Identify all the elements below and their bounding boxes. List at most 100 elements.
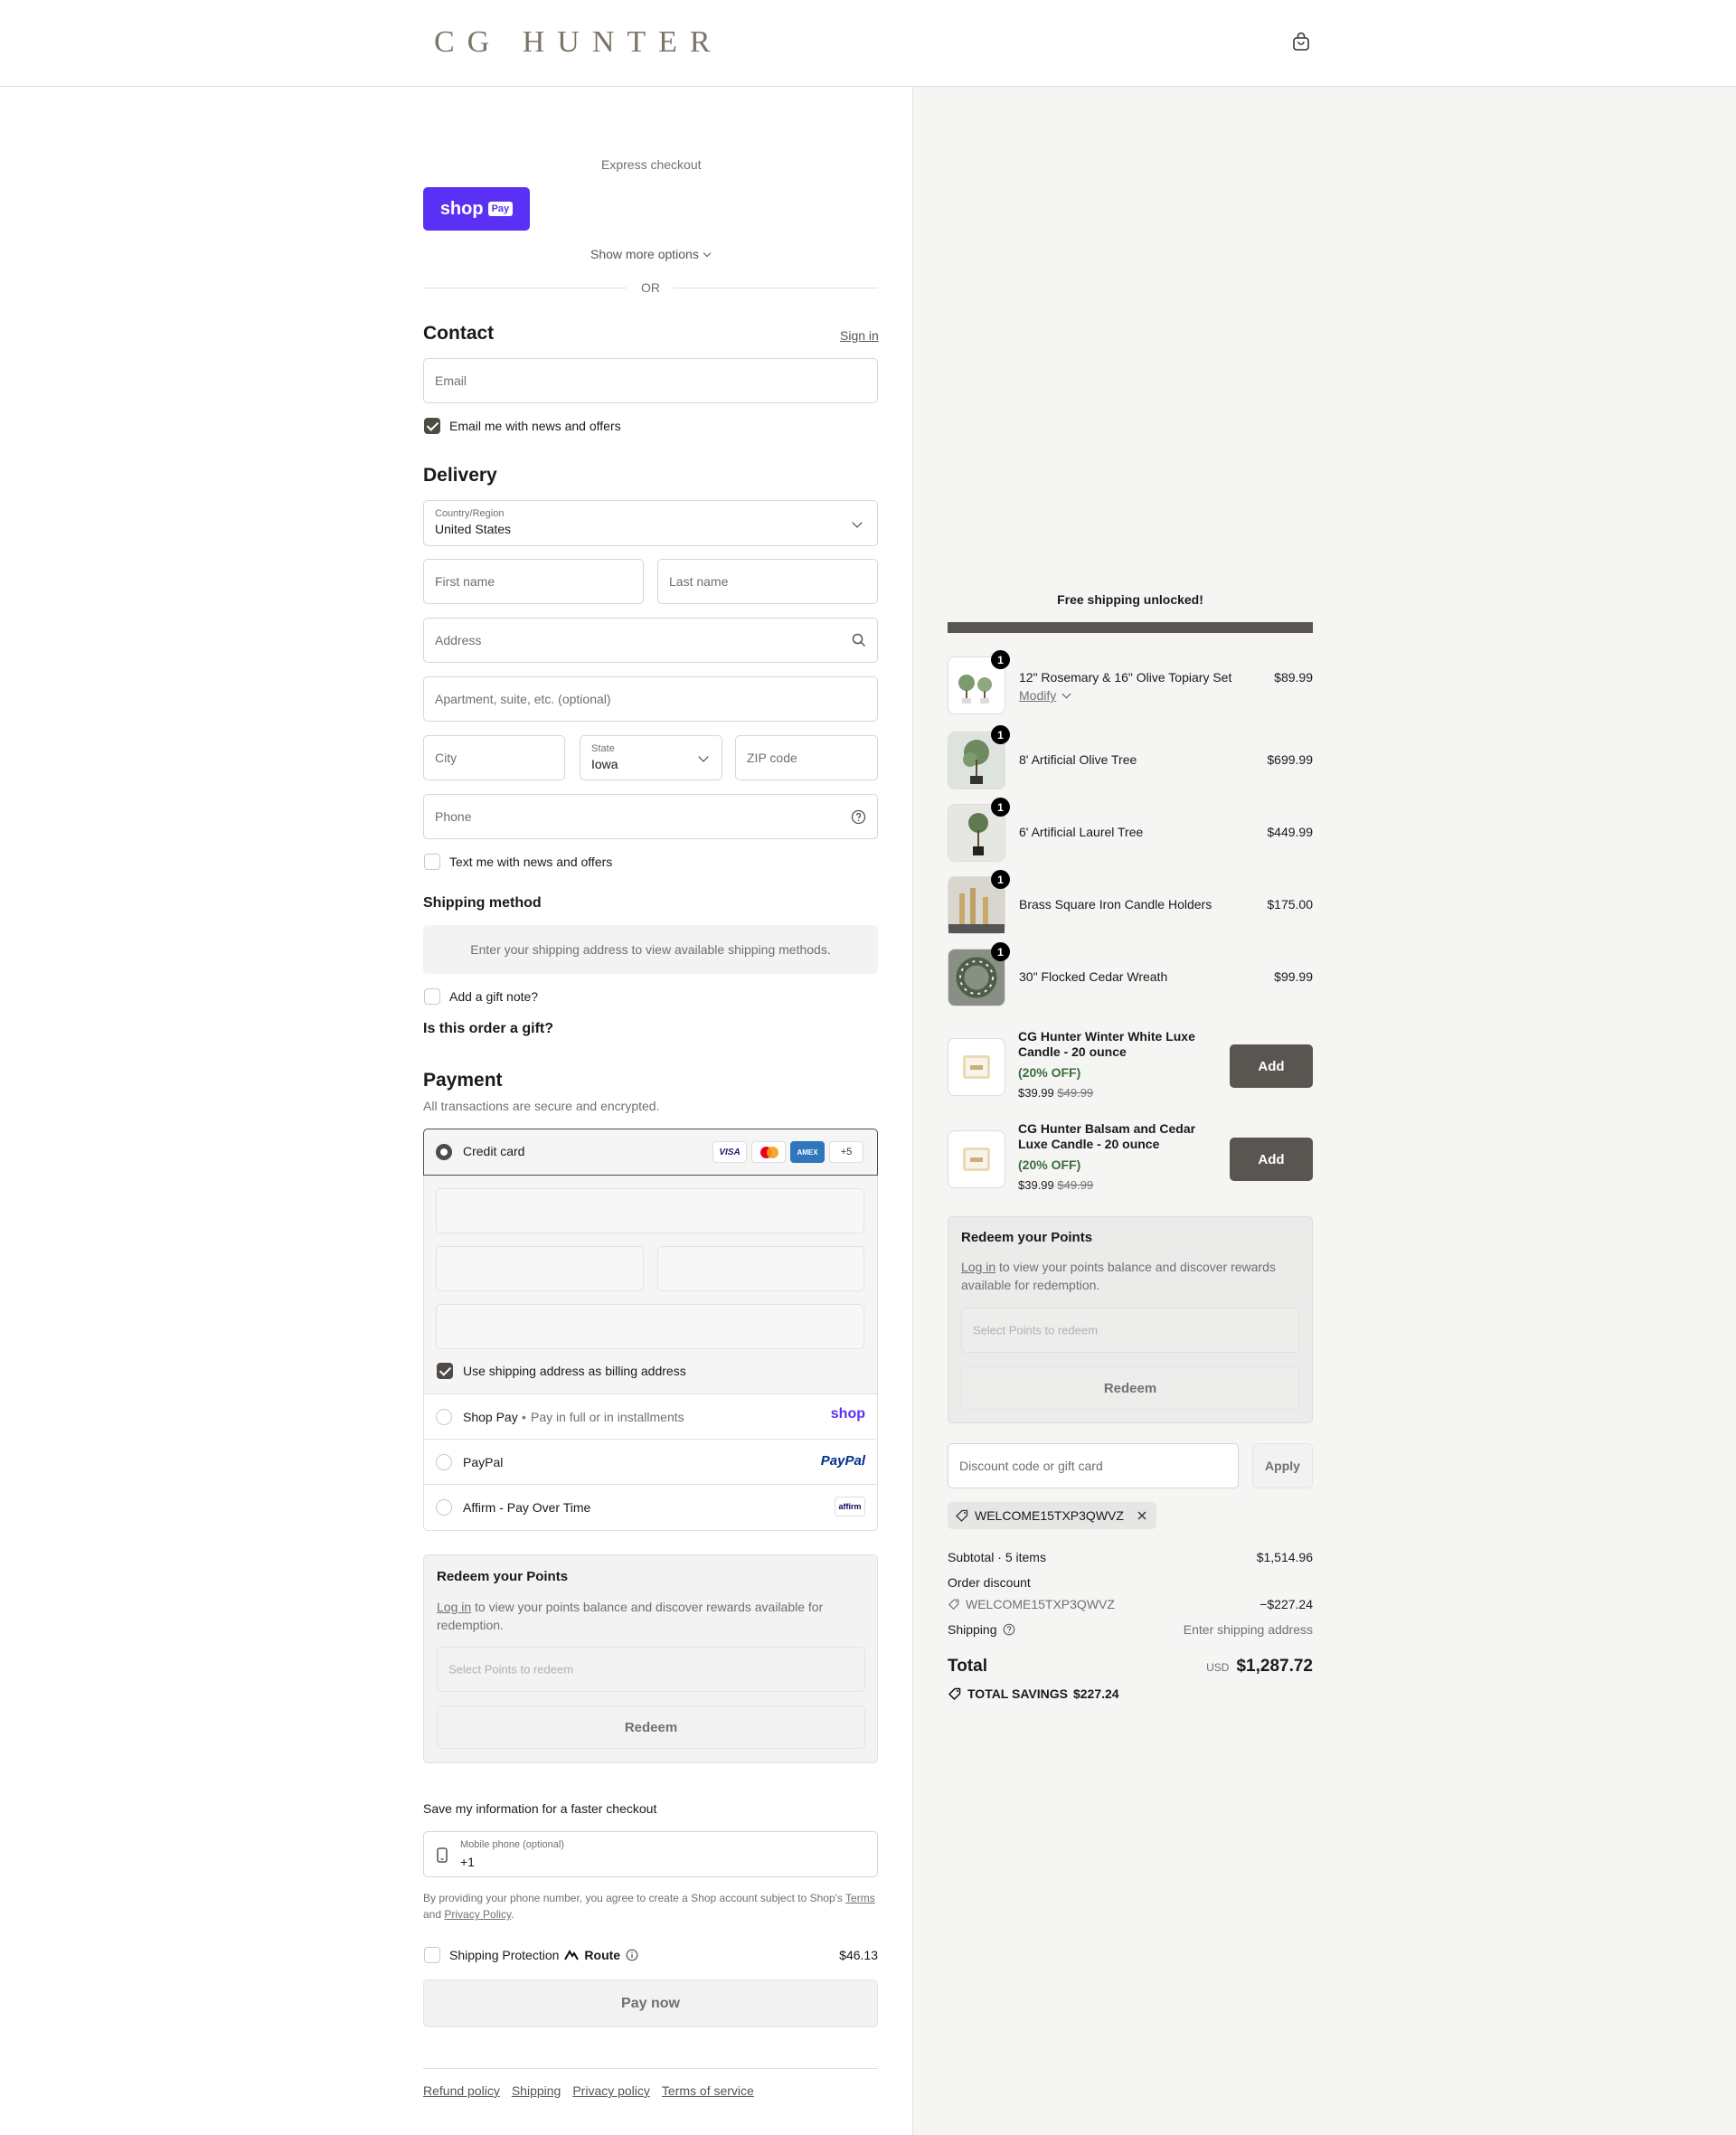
pay-now-button[interactable]: Pay now	[423, 1979, 878, 2027]
line-item-price: $699.99	[1267, 752, 1313, 767]
shipping-protection-checkbox[interactable]	[424, 1947, 440, 1963]
free-shipping-message: Free shipping unlocked!	[1057, 592, 1203, 607]
paypal-radio[interactable]	[436, 1454, 452, 1470]
zip-field[interactable]: ZIP code	[735, 735, 878, 780]
mobile-phone-field[interactable]: Mobile phone (optional) +1	[423, 1831, 878, 1877]
terms-link[interactable]: Terms	[845, 1892, 875, 1904]
sign-in-link[interactable]: Sign in	[840, 328, 879, 343]
total-value: $1,287.72	[1236, 1657, 1313, 1676]
mobile-phone-value: +1	[460, 1855, 475, 1869]
credit-card-radio[interactable]	[436, 1144, 452, 1160]
summary-redeem-title: Redeem your Points	[961, 1230, 1093, 1245]
billing-same-checkbox[interactable]	[437, 1363, 453, 1379]
shop-pay-label: Shop Pay	[463, 1410, 518, 1424]
points-select[interactable]: Select Points to redeem	[437, 1647, 865, 1692]
credit-card-option[interactable]: Credit card VISA AMEX +5	[423, 1129, 878, 1176]
payment-subtitle: All transactions are secure and encrypte…	[423, 1099, 660, 1113]
mobile-phone-label: Mobile phone (optional)	[460, 1839, 564, 1850]
summary-redeem-description: to view your points balance and discover…	[961, 1260, 1276, 1292]
summary-redeem-login-link[interactable]: Log in	[961, 1260, 995, 1274]
total-savings-value: $227.24	[1072, 1686, 1119, 1701]
add-upsell-button[interactable]: Add	[1230, 1044, 1313, 1088]
card-name-field[interactable]	[436, 1304, 864, 1349]
address-field[interactable]: Address	[423, 618, 878, 663]
text-news-checkbox[interactable]	[424, 854, 440, 870]
paypal-option[interactable]: PayPal PayPal	[423, 1439, 878, 1484]
first-name-placeholder: First name	[435, 574, 495, 589]
line-item-thumbnail: 1	[948, 725, 1010, 789]
chevron-down-icon	[1061, 689, 1071, 698]
discount-code-field[interactable]: Discount code or gift card	[948, 1443, 1239, 1488]
state-label: State	[591, 743, 615, 754]
state-select[interactable]: State Iowa	[580, 735, 722, 780]
summary-redeem-text: Log in to view your points balance and d…	[961, 1258, 1296, 1294]
legal-and: and	[423, 1908, 445, 1921]
redeem-button[interactable]: Redeem	[437, 1705, 865, 1749]
city-field[interactable]: City	[423, 735, 565, 780]
country-select[interactable]: Country/Region United States	[423, 500, 878, 546]
city-placeholder: City	[435, 751, 458, 765]
privacy-policy-link[interactable]: Privacy policy	[572, 2083, 650, 2098]
close-icon[interactable]	[1137, 1510, 1147, 1521]
total-savings: TOTAL SAVINGS $227.24	[948, 1686, 1119, 1701]
email-field[interactable]: Email	[423, 358, 878, 403]
privacy-link[interactable]: Privacy Policy	[444, 1908, 511, 1921]
chevron-down-icon	[703, 249, 712, 257]
route-logo-icon	[564, 1950, 580, 1960]
show-more-options[interactable]: Show more options	[590, 247, 712, 261]
shop-pay-radio[interactable]	[436, 1409, 452, 1425]
modify-item[interactable]: Modify	[1019, 688, 1071, 703]
order-discount-code-row: WELCOME15TXP3QWVZ	[948, 1597, 1115, 1611]
cart-bag-icon[interactable]	[1291, 32, 1311, 52]
first-name-field[interactable]: First name	[423, 559, 644, 604]
text-news-label: Text me with news and offers	[449, 855, 613, 869]
delivery-title: Delivery	[423, 465, 497, 486]
phone-field[interactable]: Phone	[423, 794, 878, 839]
payment-title: Payment	[423, 1070, 503, 1091]
shipping-protection: Shipping Protection Route	[449, 1948, 638, 1962]
line-item-thumbnail: 1	[948, 870, 1010, 934]
modify-link[interactable]: Modify	[1019, 688, 1056, 703]
affirm-option[interactable]: Affirm - Pay Over Time affirm	[423, 1484, 878, 1529]
summary-points-select[interactable]: Select Points to redeem	[961, 1308, 1299, 1353]
info-icon[interactable]	[626, 1949, 638, 1961]
line-item-thumbnail: 1	[948, 798, 1010, 862]
upsell-price-row: $39.99 $49.99	[1018, 1178, 1093, 1192]
card-expiry-field[interactable]	[436, 1246, 644, 1291]
shipping-method-title: Shipping method	[423, 895, 542, 911]
upsell-compare-price: $49.99	[1057, 1086, 1094, 1100]
total-label: Total	[948, 1657, 987, 1676]
upsell-price-row: $39.99 $49.99	[1018, 1086, 1093, 1100]
more-cards-badge: +5	[829, 1141, 863, 1163]
shipping-protection-price: $46.13	[839, 1948, 878, 1962]
last-name-field[interactable]: Last name	[657, 559, 878, 604]
affirm-radio[interactable]	[436, 1499, 452, 1516]
amex-icon: AMEX	[790, 1141, 825, 1163]
help-circle-icon[interactable]	[851, 809, 866, 825]
order-discount-amount: −$227.24	[1260, 1597, 1313, 1611]
refund-policy-link[interactable]: Refund policy	[423, 2083, 500, 2098]
store-logo[interactable]: CG HUNTER	[434, 25, 723, 60]
card-number-field[interactable]	[436, 1188, 864, 1233]
gift-note-label: Add a gift note?	[449, 989, 539, 1004]
tag-icon	[948, 1599, 959, 1611]
redeem-login-link[interactable]: Log in	[437, 1600, 471, 1614]
add-upsell-button[interactable]: Add	[1230, 1138, 1313, 1181]
tag-icon	[956, 1509, 968, 1522]
line-item-price: $99.99	[1274, 969, 1313, 984]
shop-pay-button[interactable]: shop Pay	[423, 187, 530, 231]
country-label: Country/Region	[435, 508, 505, 519]
shipping-policy-link[interactable]: Shipping	[512, 2083, 561, 2098]
help-circle-icon[interactable]	[1003, 1623, 1015, 1636]
terms-of-service-link[interactable]: Terms of service	[662, 2083, 754, 2098]
shop-logo-icon: shop	[830, 1406, 865, 1422]
shop-pay-option[interactable]: Shop Pay • Pay in full or in installment…	[423, 1393, 878, 1439]
apply-discount-button[interactable]: Apply	[1252, 1443, 1313, 1488]
gift-question: Is this order a gift?	[423, 1021, 554, 1036]
footer-links: Refund policy Shipping Privacy policy Te…	[423, 2083, 754, 2098]
card-cvv-field[interactable]	[657, 1246, 864, 1291]
email-news-checkbox[interactable]	[424, 418, 440, 434]
summary-redeem-button[interactable]: Redeem	[961, 1366, 1299, 1410]
gift-note-checkbox[interactable]	[424, 988, 440, 1005]
apartment-field[interactable]: Apartment, suite, etc. (optional)	[423, 676, 878, 722]
